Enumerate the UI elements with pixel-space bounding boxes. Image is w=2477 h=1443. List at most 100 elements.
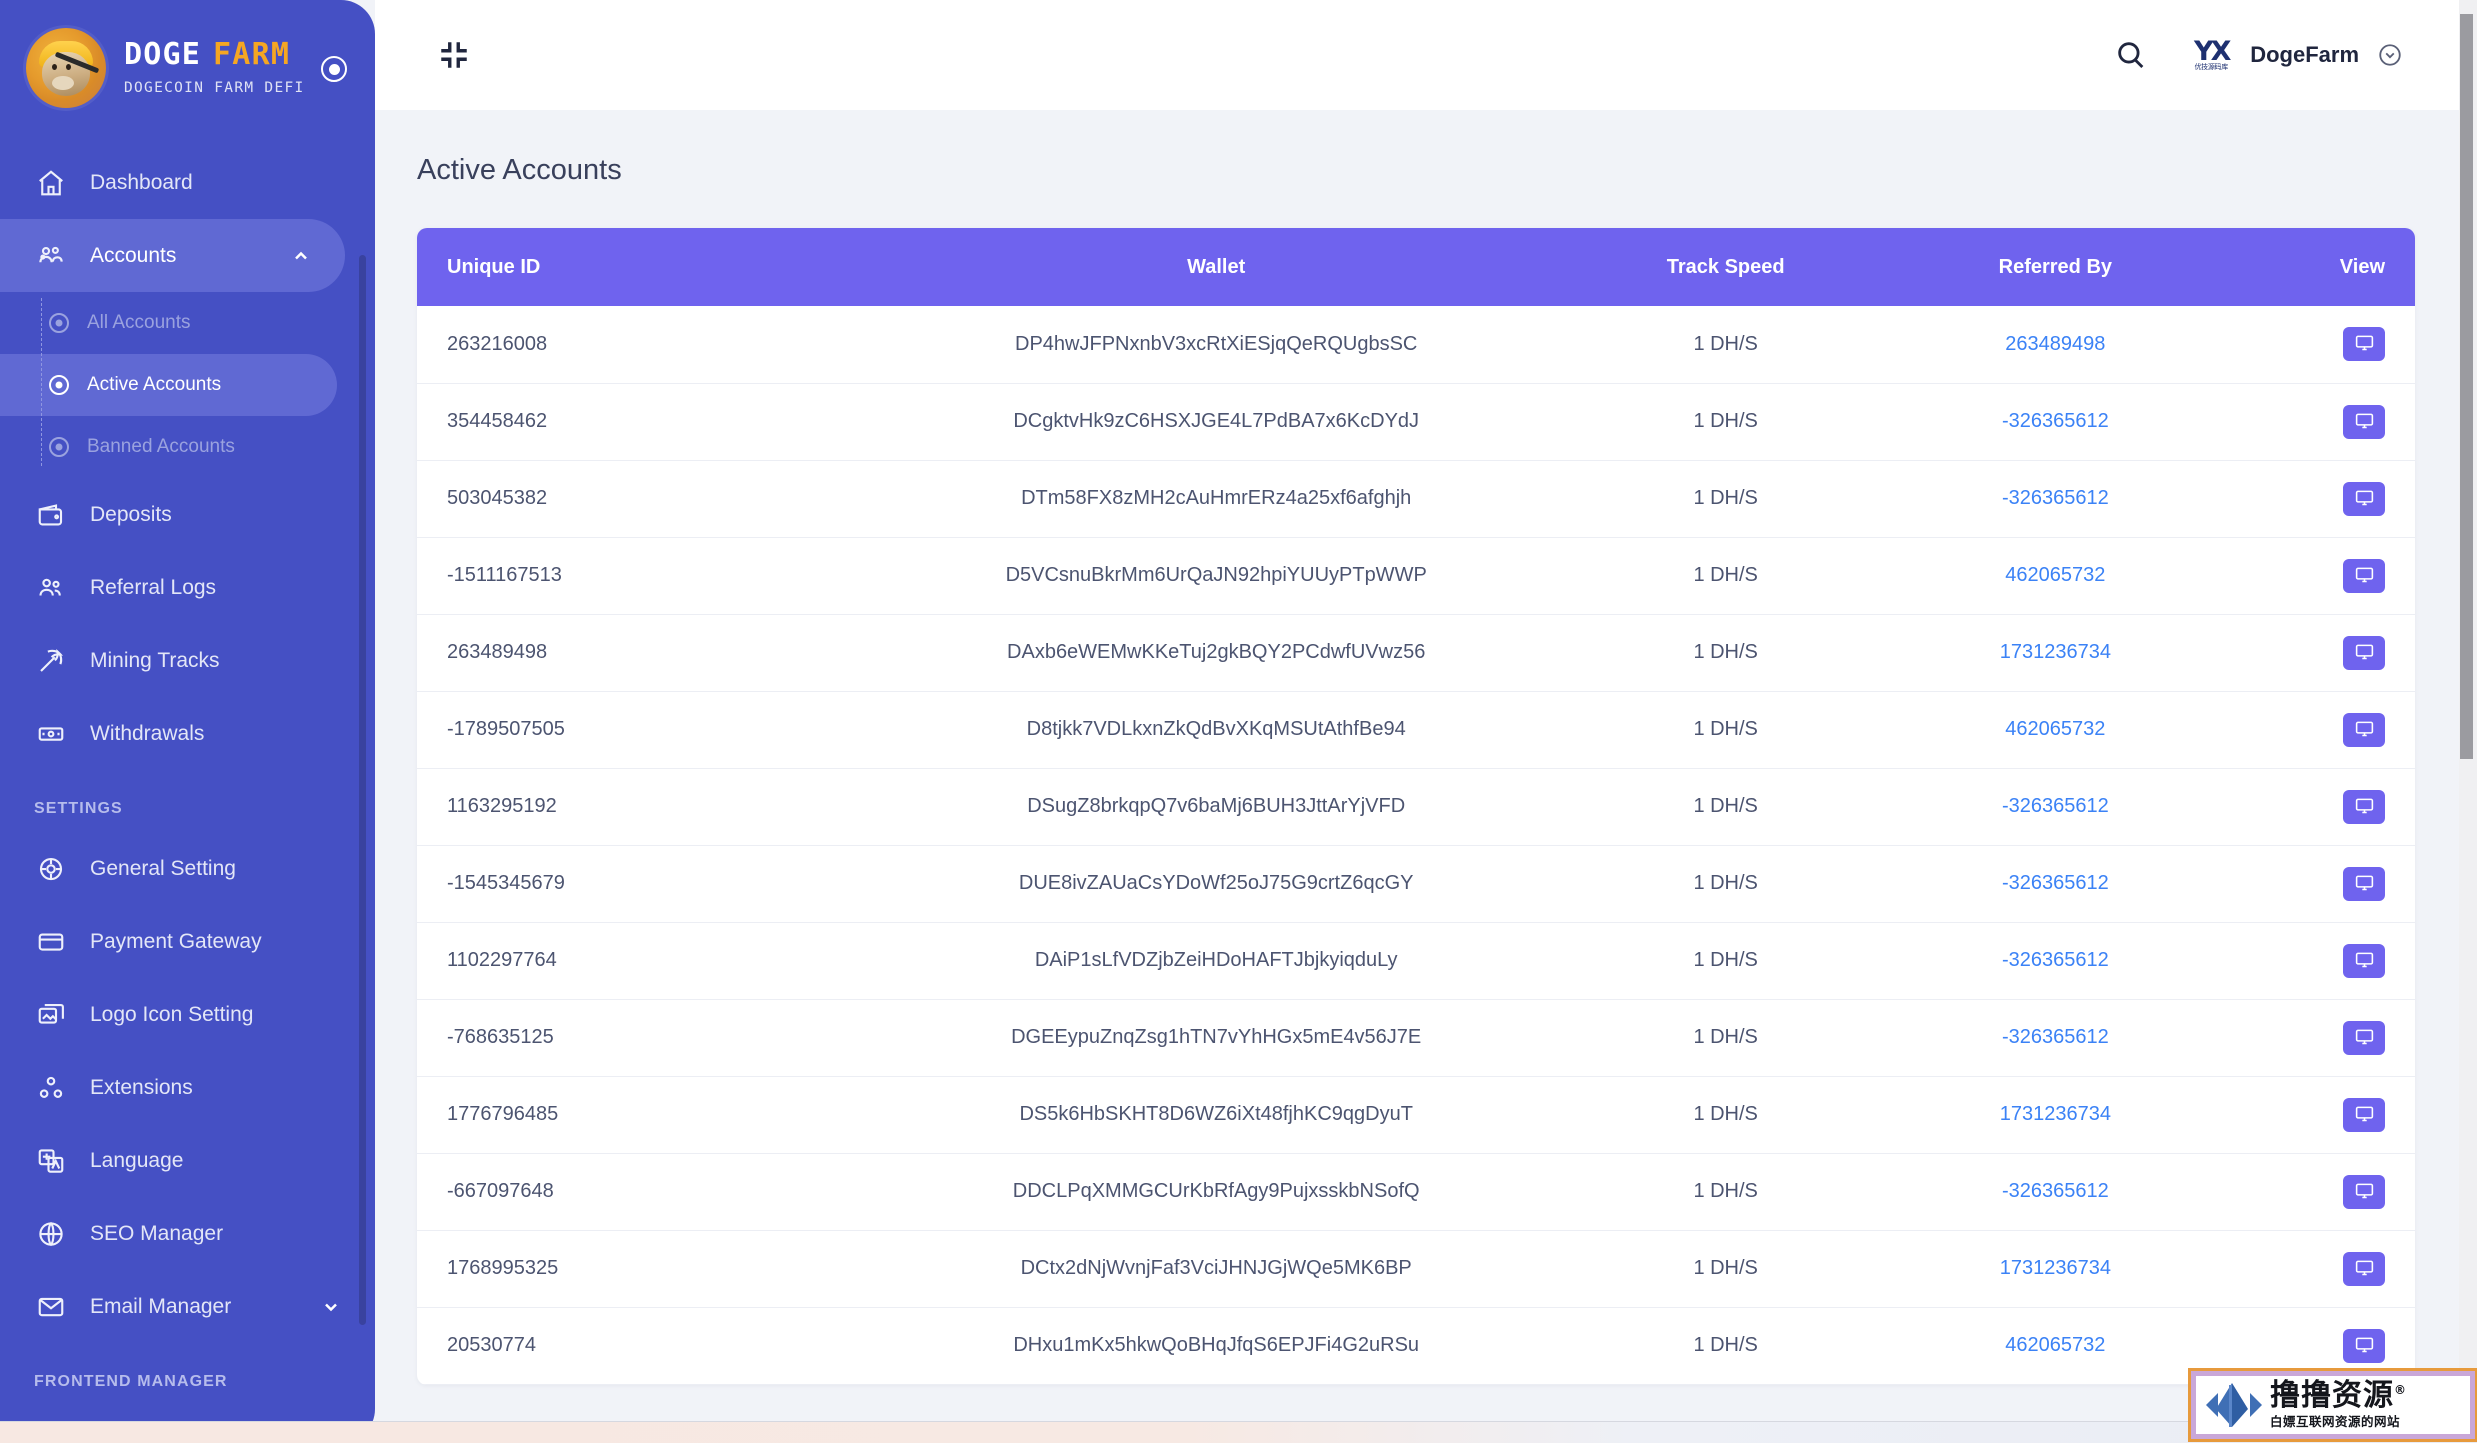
referred-by-link[interactable]: -326365612 [2002, 487, 2109, 509]
sidebar-item-email-manager[interactable]: Email Manager [0, 1270, 375, 1343]
page-scrollbar-thumb[interactable] [2460, 14, 2473, 759]
cell-wallet: D5VCsnuBkrMm6UrQaJN92hpiYUUyPTpWWP [876, 537, 1556, 615]
avatar-subtext: 优技源码库 [2194, 64, 2228, 72]
sidebar-item-label: Accounts [90, 243, 177, 267]
sidebar-item-dashboard[interactable]: Dashboard [0, 146, 375, 219]
referred-by-link[interactable]: -326365612 [2002, 795, 2109, 817]
page-content: Active Accounts Unique ID Wallet Track S… [375, 110, 2477, 1443]
referred-by-link[interactable]: -326365612 [2002, 1180, 2109, 1202]
view-button[interactable] [2343, 1097, 2385, 1132]
cell-wallet: DUE8ivZAUaCsYDoWf25oJ75G9crtZ6qcGY [876, 845, 1556, 923]
view-button[interactable] [2343, 943, 2385, 978]
cell-referred-by: -326365612 [1895, 460, 2216, 538]
user-menu[interactable]: YX 优技源码库 DogeFarm [2190, 33, 2403, 77]
cell-unique-id: -768635125 [417, 999, 877, 1077]
view-button[interactable] [2343, 327, 2385, 362]
referred-by-link[interactable]: 462065732 [2005, 1334, 2105, 1356]
sidebar-toggle-dot-icon[interactable] [321, 56, 347, 82]
cell-unique-id: -667097648 [417, 1153, 877, 1231]
view-button[interactable] [2343, 866, 2385, 901]
view-button[interactable] [2343, 1328, 2385, 1363]
search-icon[interactable] [2114, 38, 2148, 72]
view-button[interactable] [2343, 1020, 2385, 1055]
doge-logo-icon [26, 28, 106, 108]
cell-unique-id: 1768995325 [417, 1230, 877, 1308]
referred-by-link[interactable]: 462065732 [2005, 718, 2105, 740]
sidebar-item-label: SEO Manager [90, 1221, 224, 1245]
brand-title: DOGE FARM [124, 40, 305, 70]
cell-wallet: DHxu1mKx5hkwQoBHqJfqS6EPJFi4G2uRSu [876, 1307, 1556, 1385]
sidebar-item-seo-manager[interactable]: SEO Manager [0, 1197, 375, 1270]
referred-by-link[interactable]: 263489498 [2005, 333, 2105, 355]
cell-referred-by: -326365612 [1895, 383, 2216, 461]
referred-by-link[interactable]: -326365612 [2002, 949, 2109, 971]
sidebar-item-logo-icon-setting[interactable]: Logo Icon Setting [0, 978, 375, 1051]
sidebar-item-language[interactable]: Language [0, 1124, 375, 1197]
cell-track-speed: 1 DH/S [1555, 306, 1896, 384]
cell-referred-by: 462065732 [1895, 1307, 2216, 1385]
cell-view [2215, 1076, 2415, 1154]
table-row: -1545345679 DUE8ivZAUaCsYDoWf25oJ75G9crtZ… [417, 845, 2415, 923]
cell-track-speed: 1 DH/S [1555, 1230, 1896, 1308]
view-button[interactable] [2343, 404, 2385, 439]
watermark-logo-icon [2202, 1379, 2266, 1431]
chevron-down-circle-icon[interactable] [2377, 42, 2403, 68]
cell-wallet: DAiP1sLfVDZjbZeiHDoHAFTJbjkyiqduLy [876, 922, 1556, 1000]
referred-by-link[interactable]: -326365612 [2002, 410, 2109, 432]
view-button[interactable] [2343, 712, 2385, 747]
sidebar-item-banned-accounts[interactable]: Banned Accounts [0, 416, 375, 478]
cell-wallet: DSugZ8brkqpQ7v6baMj6BUH3JttArYjVFD [876, 768, 1556, 846]
cell-unique-id: 263489498 [417, 614, 877, 692]
cell-referred-by: 263489498 [1895, 306, 2216, 384]
watermark-title: 撸撸资源® [2270, 1378, 2407, 1414]
cell-view [2215, 614, 2415, 692]
monitor-icon [2354, 410, 2375, 434]
view-button[interactable] [2343, 481, 2385, 516]
sidebar-item-withdrawals[interactable]: Withdrawals [0, 697, 375, 770]
sidebar-item-accounts[interactable]: Accounts [0, 219, 345, 292]
cell-view [2215, 306, 2415, 384]
watermark-subtitle: 白嫖互联网资源的网站 [2270, 1414, 2401, 1430]
collapse-icon[interactable] [437, 38, 471, 72]
referred-by-link[interactable]: 1731236734 [2000, 1257, 2111, 1279]
page-scrollbar[interactable] [2458, 6, 2474, 1396]
cell-unique-id: -1511167513 [417, 537, 877, 615]
cell-view [2215, 1153, 2415, 1231]
sidebar-item-payment-gateway[interactable]: Payment Gateway [0, 905, 375, 978]
sidebar-item-mining-tracks[interactable]: Mining Tracks [0, 624, 375, 697]
avatar-initials: YX [2194, 35, 2231, 67]
sidebar-item-all-accounts[interactable]: All Accounts [0, 292, 375, 354]
table-row: 263489498 DAxb6eWEMwKKeTuj2gkBQY2PCdwfUVw… [417, 614, 2415, 692]
sidebar-item-active-accounts[interactable]: Active Accounts [0, 354, 337, 416]
view-button[interactable] [2343, 789, 2385, 824]
view-button[interactable] [2343, 558, 2385, 593]
referred-by-link[interactable]: 462065732 [2005, 564, 2105, 586]
view-button[interactable] [2343, 635, 2385, 670]
topbar: YX 优技源码库 DogeFarm [375, 0, 2477, 110]
sidebar-item-referral-logs[interactable]: Referral Logs [0, 551, 375, 624]
cell-referred-by: 462065732 [1895, 537, 2216, 615]
sidebar-scroll-area: DOGE FARM DOGECOIN FARM DEFI Dashboard A… [0, 4, 375, 1443]
brand-title-accent: FARM [213, 37, 291, 72]
sidebar-item-label: Mining Tracks [90, 648, 220, 672]
sidebar-item-general-setting[interactable]: General Setting [0, 832, 375, 905]
sidebar-item-deposits[interactable]: Deposits [0, 478, 375, 551]
referred-by-link[interactable]: -326365612 [2002, 1026, 2109, 1048]
cell-wallet: DCtx2dNjWvnjFaf3VciJHNJGjWQe5MK6BP [876, 1230, 1556, 1308]
view-button[interactable] [2343, 1251, 2385, 1286]
cell-referred-by: 1731236734 [1895, 614, 2216, 692]
sidebar-scrollbar[interactable] [359, 255, 366, 1325]
sidebar-item-label: Extensions [90, 1075, 193, 1099]
cell-track-speed: 1 DH/S [1555, 999, 1896, 1077]
sidebar-item-label: Language [90, 1148, 184, 1172]
sidebar-item-label: Dashboard [90, 170, 193, 194]
sidebar-item-extensions[interactable]: Extensions [0, 1051, 375, 1124]
column-header-track-speed: Track Speed [1555, 228, 1896, 306]
referred-by-link[interactable]: -326365612 [2002, 872, 2109, 894]
cell-view [2215, 768, 2415, 846]
view-button[interactable] [2343, 1174, 2385, 1209]
monitor-icon [2354, 949, 2375, 973]
referred-by-link[interactable]: 1731236734 [2000, 641, 2111, 663]
referred-by-link[interactable]: 1731236734 [2000, 1103, 2111, 1125]
monitor-icon [2354, 872, 2375, 896]
